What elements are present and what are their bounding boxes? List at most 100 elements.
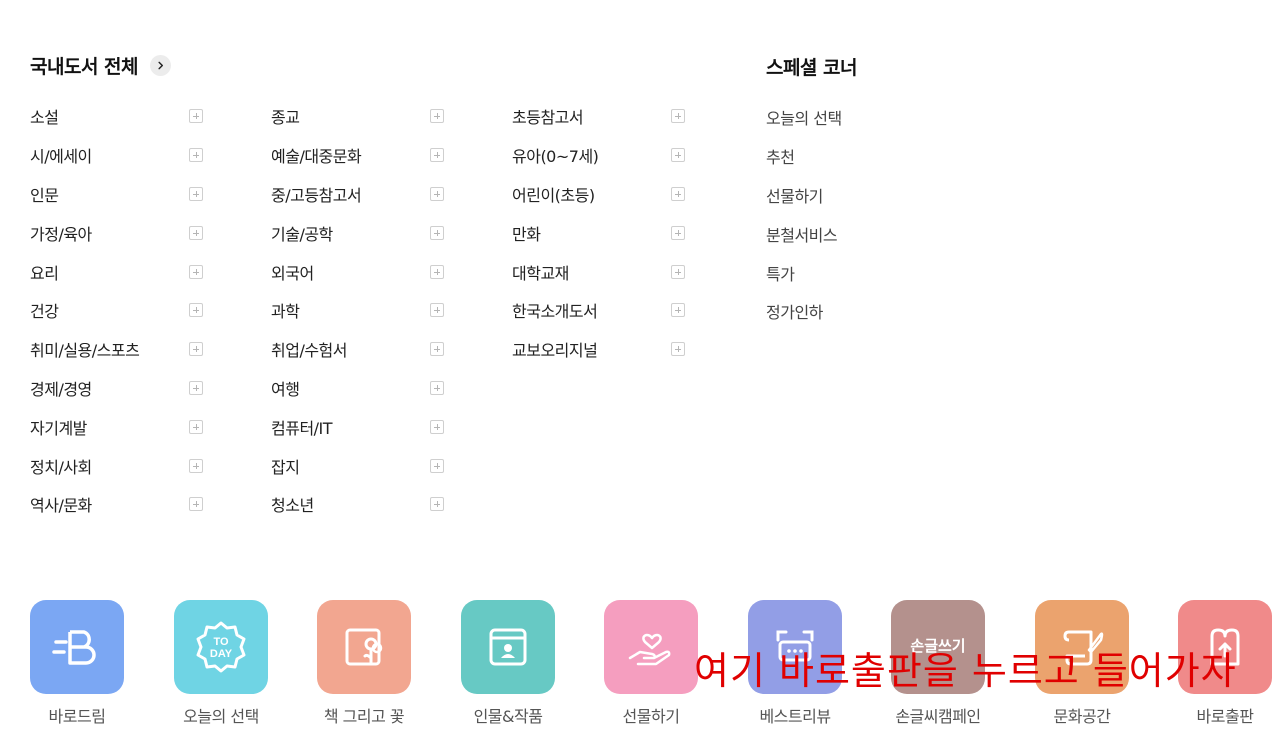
expand-plus-icon[interactable] [430, 303, 444, 318]
gift-label[interactable]: 선물하기 [581, 703, 721, 727]
category-item[interactable]: 역사/문화 [30, 485, 203, 524]
category-item[interactable]: 어린이(초등) [512, 175, 685, 214]
expand-plus-icon[interactable] [189, 419, 203, 434]
category-label[interactable]: 자기계발 [30, 415, 87, 439]
category-label[interactable]: 청소년 [271, 492, 314, 516]
expand-plus-icon[interactable] [430, 380, 444, 395]
category-item[interactable]: 컴퓨터/IT [271, 407, 444, 446]
category-item[interactable]: 건강 [30, 291, 203, 330]
special-item-price-cut[interactable]: 정가인하 [766, 292, 842, 331]
category-label[interactable]: 외국어 [271, 260, 314, 284]
category-item[interactable]: 취업/수험서 [271, 330, 444, 369]
expand-plus-icon[interactable] [189, 264, 203, 279]
book-flower-label[interactable]: 책 그리고 꽃 [294, 703, 434, 727]
special-item-recommend[interactable]: 추천 [766, 137, 842, 176]
expand-plus-icon[interactable] [671, 303, 685, 318]
category-item[interactable]: 가정/육아 [30, 213, 203, 252]
category-label[interactable]: 소설 [30, 104, 59, 128]
category-label[interactable]: 교보오리지널 [512, 337, 598, 361]
category-label[interactable]: 여행 [271, 376, 300, 400]
expand-plus-icon[interactable] [189, 186, 203, 201]
handwriting-label[interactable]: 손글씨캠페인 [868, 703, 1008, 727]
category-item[interactable]: 요리 [30, 252, 203, 291]
person-work-label[interactable]: 인물&작품 [438, 703, 578, 727]
today-pick-label[interactable]: 오늘의 선택 [151, 703, 291, 727]
category-item[interactable]: 잡지 [271, 446, 444, 485]
expand-plus-icon[interactable] [189, 497, 203, 512]
category-item[interactable]: 과학 [271, 291, 444, 330]
category-item[interactable]: 시/에세이 [30, 136, 203, 175]
category-label[interactable]: 기술/공학 [271, 221, 333, 245]
baro-dream-tile[interactable] [30, 600, 124, 694]
category-label[interactable]: 유아(0~7세) [512, 143, 599, 167]
category-label[interactable]: 가정/육아 [30, 221, 92, 245]
category-label[interactable]: 역사/문화 [30, 492, 92, 516]
domestic-books-title[interactable]: 국내도서 전체 [30, 52, 139, 79]
category-item[interactable]: 한국소개도서 [512, 291, 685, 330]
special-item-deal[interactable]: 특가 [766, 253, 842, 292]
category-item[interactable]: 종교 [271, 97, 444, 136]
category-item[interactable]: 자기계발 [30, 407, 203, 446]
category-label[interactable]: 컴퓨터/IT [271, 415, 333, 439]
expand-plus-icon[interactable] [430, 109, 444, 124]
category-label[interactable]: 건강 [30, 298, 59, 322]
baro-publish-label[interactable]: 바로출판 [1155, 703, 1280, 727]
category-label[interactable]: 취미/실용/스포츠 [30, 337, 140, 361]
category-label[interactable]: 취업/수험서 [271, 337, 348, 361]
category-label[interactable]: 어린이(초등) [512, 182, 595, 206]
culture-space-label[interactable]: 문화공간 [1012, 703, 1152, 727]
expand-plus-icon[interactable] [189, 109, 203, 124]
special-item-split-service[interactable]: 분철서비스 [766, 214, 842, 253]
category-item[interactable]: 초등참고서 [512, 97, 685, 136]
gift-tile[interactable] [604, 600, 698, 694]
chevron-right-icon[interactable] [150, 55, 171, 76]
special-item-gift[interactable]: 선물하기 [766, 176, 842, 215]
book-flower-tile[interactable] [317, 600, 411, 694]
person-work-tile[interactable] [461, 600, 555, 694]
expand-plus-icon[interactable] [671, 186, 685, 201]
category-label[interactable]: 대학교재 [512, 260, 569, 284]
expand-plus-icon[interactable] [671, 342, 685, 357]
category-label[interactable]: 정치/사회 [30, 454, 92, 478]
expand-plus-icon[interactable] [189, 342, 203, 357]
category-label[interactable]: 잡지 [271, 454, 300, 478]
today-pick-tile[interactable]: TO DAY [174, 600, 268, 694]
category-label[interactable]: 초등참고서 [512, 104, 584, 128]
category-label[interactable]: 인문 [30, 182, 59, 206]
expand-plus-icon[interactable] [430, 458, 444, 473]
expand-plus-icon[interactable] [430, 225, 444, 240]
category-item[interactable]: 여행 [271, 369, 444, 408]
category-item[interactable]: 대학교재 [512, 252, 685, 291]
category-item[interactable]: 취미/실용/스포츠 [30, 330, 203, 369]
expand-plus-icon[interactable] [189, 225, 203, 240]
expand-plus-icon[interactable] [189, 303, 203, 318]
expand-plus-icon[interactable] [671, 264, 685, 279]
category-label[interactable]: 경제/경영 [30, 376, 92, 400]
category-item[interactable]: 정치/사회 [30, 446, 203, 485]
category-item[interactable]: 인문 [30, 175, 203, 214]
expand-plus-icon[interactable] [430, 342, 444, 357]
expand-plus-icon[interactable] [430, 497, 444, 512]
category-item[interactable]: 유아(0~7세) [512, 136, 685, 175]
baro-dream-label[interactable]: 바로드림 [7, 703, 147, 727]
category-item[interactable]: 소설 [30, 97, 203, 136]
category-item[interactable]: 외국어 [271, 252, 444, 291]
category-label[interactable]: 중/고등참고서 [271, 182, 362, 206]
category-item[interactable]: 만화 [512, 213, 685, 252]
expand-plus-icon[interactable] [189, 380, 203, 395]
category-label[interactable]: 요리 [30, 260, 59, 284]
category-item[interactable]: 기술/공학 [271, 213, 444, 252]
category-label[interactable]: 만화 [512, 221, 541, 245]
category-item[interactable]: 중/고등참고서 [271, 175, 444, 214]
category-label[interactable]: 시/에세이 [30, 143, 92, 167]
expand-plus-icon[interactable] [430, 419, 444, 434]
category-label[interactable]: 종교 [271, 104, 300, 128]
expand-plus-icon[interactable] [671, 109, 685, 124]
category-item[interactable]: 청소년 [271, 485, 444, 524]
expand-plus-icon[interactable] [430, 186, 444, 201]
category-label[interactable]: 과학 [271, 298, 300, 322]
expand-plus-icon[interactable] [430, 148, 444, 163]
expand-plus-icon[interactable] [671, 148, 685, 163]
best-review-label[interactable]: 베스트리뷰 [725, 703, 865, 727]
category-item[interactable]: 경제/경영 [30, 369, 203, 408]
